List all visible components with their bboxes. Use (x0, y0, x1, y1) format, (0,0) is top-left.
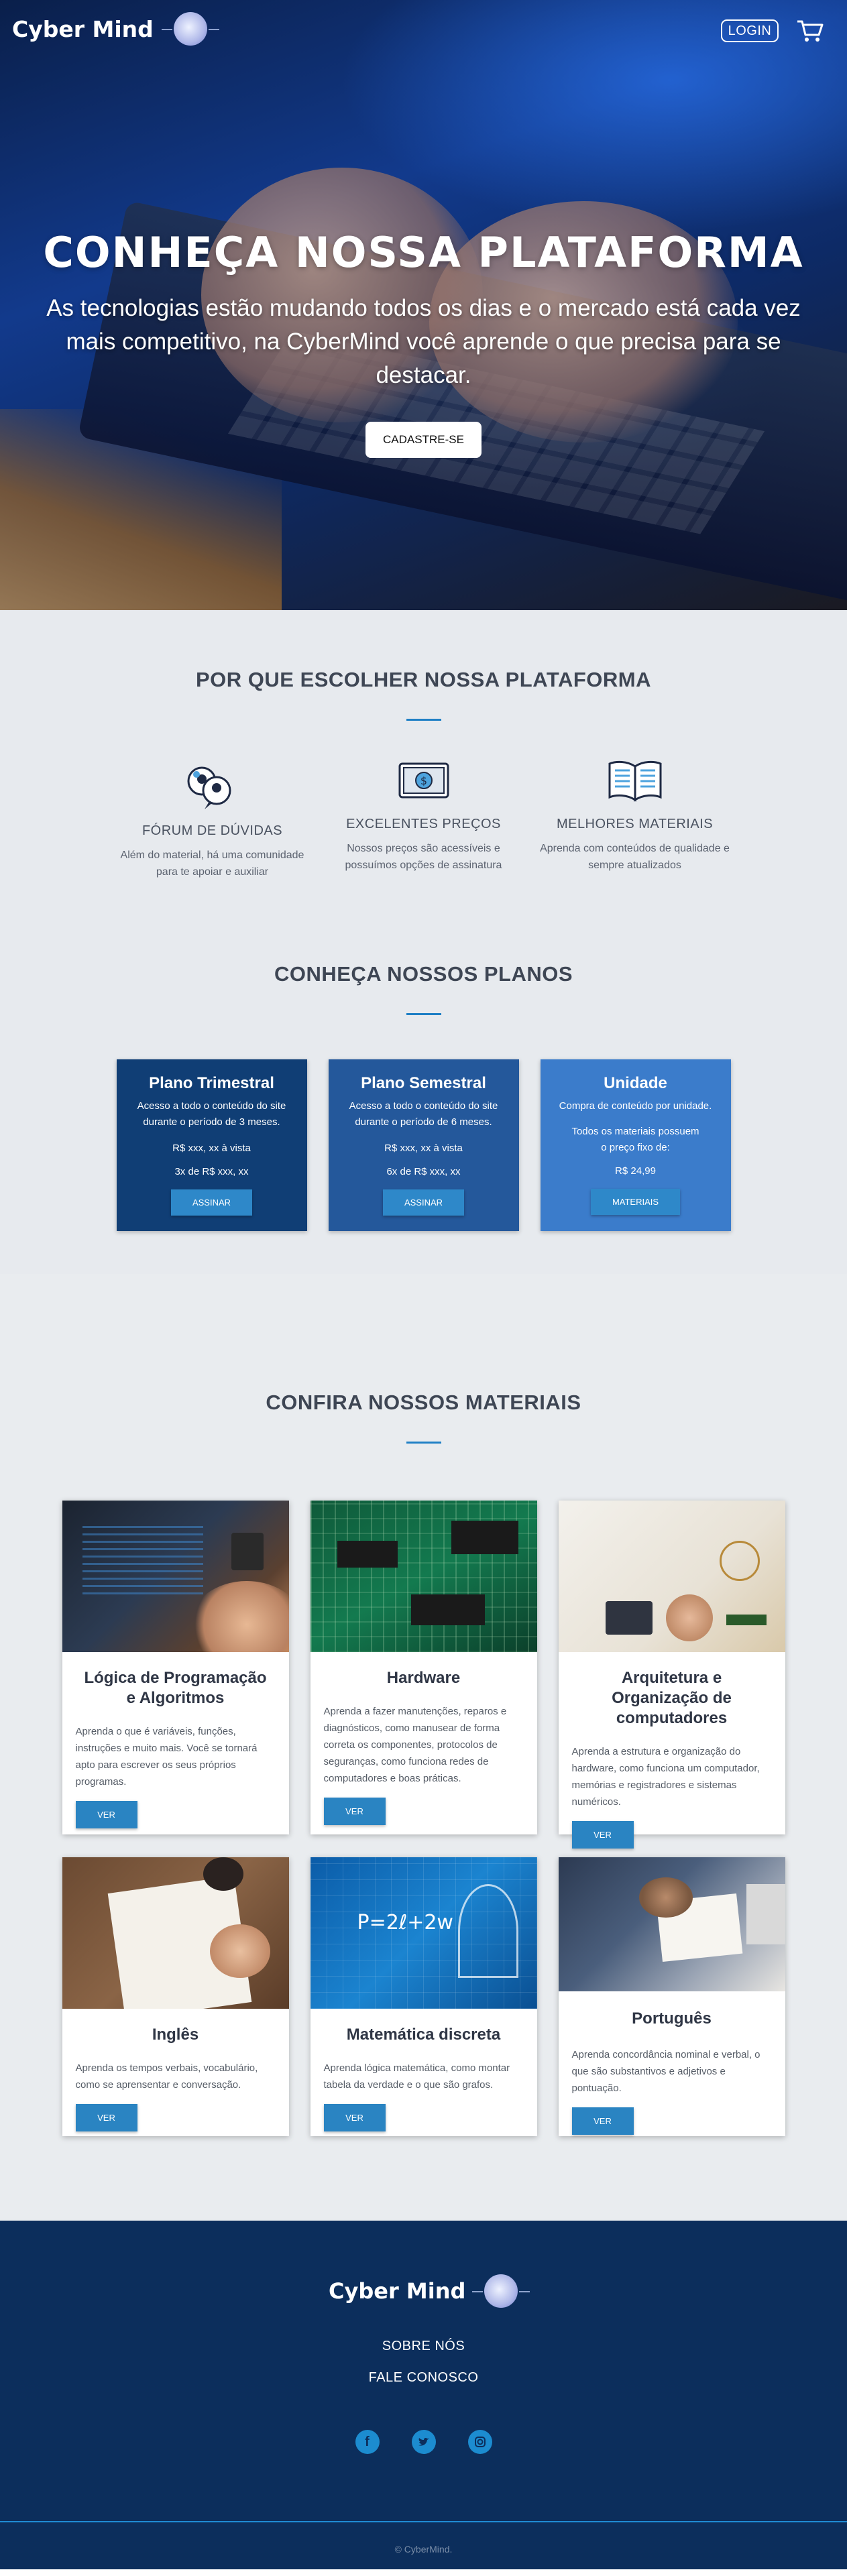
footer-link-about[interactable]: SOBRE NÓS (0, 2339, 847, 2354)
plan-installments: 6x de R$ xxx, xx (386, 1166, 461, 1177)
plan-price: R$ xxx, xx à vista (384, 1143, 463, 1154)
why-section: POR QUE ESCOLHER NOSSA PLATAFORMA FÓRUM … (0, 610, 847, 919)
plan-desc: Compra de conteúdo por unidade. (559, 1100, 712, 1112)
material-card-logica: Lógica de Programação e Algoritmos Apren… (62, 1501, 289, 1834)
subscribe-button[interactable]: ASSINAR (170, 1189, 253, 1216)
footer-links: SOBRE NÓS FALE CONOSCO (0, 2339, 847, 2386)
feature-desc: Aprenda com conteúdos de qualidade e sem… (540, 843, 730, 871)
subscribe-button[interactable]: ASSINAR (382, 1189, 465, 1216)
material-card-matematica: P=2ℓ+2w Matemática discreta Aprenda lógi… (310, 1857, 537, 2136)
social-links: f (0, 2430, 847, 2454)
footer: Cyber Mind SOBRE NÓS FALE CONOSCO f © Cy… (0, 2221, 847, 2569)
chat-bubbles-icon (187, 766, 231, 809)
material-image-notebook-writing (62, 1857, 289, 2009)
material-title: Português (632, 2009, 712, 2028)
material-desc: Aprenda a estrutura e organização do har… (571, 1746, 760, 1808)
view-button[interactable]: VER (75, 2104, 137, 2131)
material-desc: Aprenda os tempos verbais, vocabulário, … (75, 2062, 258, 2091)
why-title: POR QUE ESCOLHER NOSSA PLATAFORMA (195, 668, 651, 691)
material-image-person-writing (558, 1857, 785, 1991)
feature-title: EXCELENTES PREÇOS (346, 817, 501, 831)
footer-divider (0, 2521, 847, 2522)
hero-subtitle: As tecnologias estão mudando todos os di… (46, 295, 801, 388)
material-card-hardware: Hardware Aprenda a fazer manutenções, re… (310, 1501, 537, 1834)
brain-logo-icon (161, 12, 219, 46)
plan-name: Plano Semestral (361, 1074, 486, 1092)
copyright-text: © CyberMind. (394, 2544, 453, 2555)
plan-list: Plano Trimestral Acesso a todo o conteúd… (0, 1059, 847, 1231)
feature-desc: Nossos preços são acessíveis e possuímos… (345, 843, 502, 871)
feature-desc: Além do material, há uma comunidade para… (120, 850, 304, 878)
material-desc: Aprenda lógica matemática, como montar t… (323, 2062, 510, 2091)
feature-item: MELHORES MATERIAIS Aprenda com conteúdos… (529, 754, 740, 880)
material-card-arquitetura: Arquitetura e Organização de computadore… (558, 1501, 785, 1849)
material-title: Hardware (386, 1669, 461, 1687)
hero-section: Cyber Mind LOGIN CONHEÇA NOSSA PLATAFORM… (0, 0, 847, 610)
plan-desc: Acesso a todo o conteúdo do site durante… (349, 1100, 498, 1128)
view-button[interactable]: VER (323, 2104, 386, 2131)
plan-price: R$ 24,99 (615, 1165, 656, 1177)
material-card-portugues: Português Aprenda concordância nominal e… (558, 1857, 785, 2136)
material-image-laptop-code (62, 1501, 289, 1652)
book-icon (608, 760, 661, 802)
plan-installments: 3x de R$ xxx, xx (174, 1166, 249, 1177)
materials-grid: Lógica de Programação e Algoritmos Apren… (0, 1501, 847, 2136)
material-desc: Aprenda concordância nominal e verbal, o… (571, 2049, 760, 2094)
feature-item: $ EXCELENTES PREÇOS Nossos preços são ac… (318, 754, 529, 880)
view-button[interactable]: VER (75, 1801, 137, 1828)
plan-desc: Acesso a todo o conteúdo do site durante… (137, 1100, 286, 1128)
material-desc: Aprenda a fazer manutenções, reparos e d… (323, 1706, 507, 1784)
logo-text: Cyber Mind (12, 15, 154, 42)
plan-card-unidade: Unidade Compra de conteúdo por unidade. … (540, 1059, 731, 1231)
material-image-hdd-repair (558, 1501, 785, 1652)
money-bill-icon: $ (398, 762, 449, 799)
title-divider (406, 1442, 441, 1444)
cart-icon[interactable] (796, 19, 824, 43)
footer-link-contact[interactable]: FALE CONOSCO (0, 2370, 847, 2386)
material-image-formula: P=2ℓ+2w (357, 1911, 453, 1934)
plan-note: Todos os materiais possuem o preço fixo … (571, 1126, 699, 1153)
title-divider (406, 1013, 441, 1015)
view-button[interactable]: VER (571, 1821, 634, 1849)
plan-card-trimestral: Plano Trimestral Acesso a todo o conteúd… (116, 1059, 307, 1231)
signup-button[interactable]: CADASTRE-SE (365, 422, 482, 458)
material-title: Arquitetura e Organização de computadore… (612, 1669, 732, 1727)
material-title: Matemática discreta (346, 2026, 501, 2044)
material-title: Inglês (152, 2026, 199, 2044)
material-image-formulas: P=2ℓ+2w (310, 1857, 537, 2009)
twitter-icon[interactable] (411, 2430, 436, 2454)
logo[interactable]: Cyber Mind (12, 12, 219, 46)
hero-content: CONHEÇA NOSSA PLATAFORMA As tecnologias … (0, 228, 847, 458)
materials-section: CONFIRA NOSSOS MATERIAIS Lógica de Progr… (0, 1274, 847, 2221)
title-divider (406, 719, 441, 721)
footer-logo[interactable]: Cyber Mind (329, 2274, 530, 2308)
feature-title: FÓRUM DE DÚVIDAS (142, 823, 283, 838)
material-desc: Aprenda o que é variáveis, funções, inst… (75, 1726, 258, 1788)
brain-logo-icon (472, 2274, 530, 2308)
plans-title: CONHEÇA NOSSOS PLANOS (274, 962, 573, 986)
feature-title: MELHORES MATERIAIS (556, 817, 714, 831)
instagram-icon[interactable] (467, 2430, 492, 2454)
materials-title: CONFIRA NOSSOS MATERIAIS (266, 1391, 581, 1414)
plan-name: Unidade (604, 1074, 667, 1092)
plan-name: Plano Trimestral (149, 1074, 274, 1092)
materials-button[interactable]: MATERIAIS (590, 1189, 681, 1215)
feature-list: FÓRUM DE DÚVIDAS Além do material, há um… (0, 760, 847, 880)
feature-item: FÓRUM DE DÚVIDAS Além do material, há um… (107, 761, 318, 880)
plans-section: CONHEÇA NOSSOS PLANOS Plano Trimestral A… (0, 919, 847, 1274)
facebook-icon[interactable]: f (355, 2430, 380, 2454)
login-button[interactable]: LOGIN (721, 19, 779, 42)
top-navbar: Cyber Mind LOGIN (0, 0, 847, 60)
view-button[interactable]: VER (323, 1798, 386, 1825)
material-card-ingles: Inglês Aprenda os tempos verbais, vocabu… (62, 1857, 289, 2136)
material-title: Lógica de Programação e Algoritmos (84, 1669, 267, 1707)
hero-title: CONHEÇA NOSSA PLATAFORMA (43, 228, 804, 277)
logo-text: Cyber Mind (329, 2278, 466, 2304)
view-button[interactable]: VER (571, 2107, 634, 2135)
svg-text:$: $ (420, 774, 427, 787)
plan-price: R$ xxx, xx à vista (172, 1143, 251, 1154)
material-image-circuit-board (310, 1501, 537, 1652)
plan-card-semestral: Plano Semestral Acesso a todo o conteúdo… (328, 1059, 519, 1231)
